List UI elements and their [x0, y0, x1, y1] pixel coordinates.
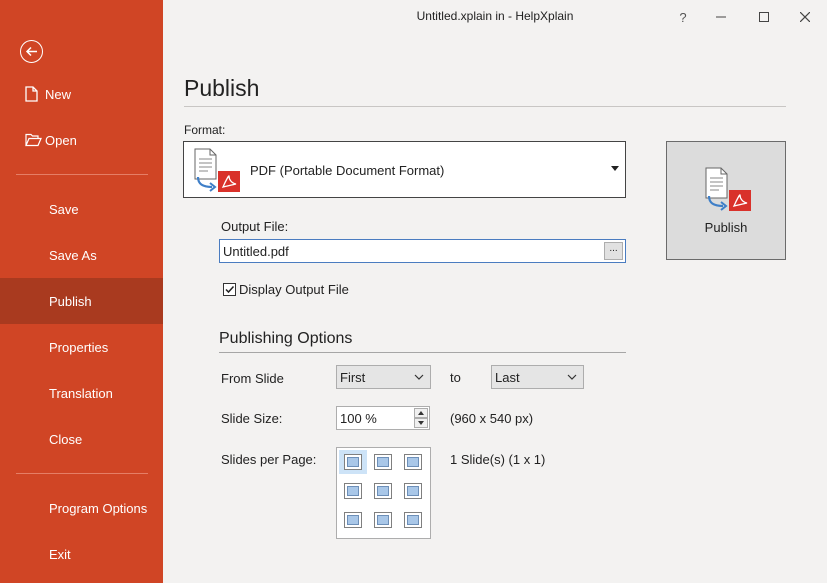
- sidebar-item-label: Properties: [49, 339, 109, 355]
- chevron-down-icon: [567, 374, 577, 380]
- output-file-input[interactable]: Untitled.pdf ...: [219, 239, 626, 263]
- layout-cell[interactable]: [399, 479, 427, 503]
- slide-size-label: Slide Size:: [221, 411, 283, 426]
- slide-thumbnail-icon: [374, 454, 392, 470]
- chevron-down-icon: [418, 421, 424, 425]
- layout-cell[interactable]: [399, 450, 427, 474]
- backstage-sidebar: New Open Save Save As Publish Properties…: [0, 0, 163, 583]
- sidebar-item-properties[interactable]: Properties: [0, 324, 163, 370]
- output-file-label: Output File:: [221, 219, 289, 234]
- slide-thumbnail-icon: [404, 483, 422, 499]
- format-value: PDF (Portable Document Format): [250, 163, 445, 178]
- close-icon: [800, 12, 810, 22]
- sidebar-item-open[interactable]: Open: [0, 117, 163, 163]
- help-button[interactable]: ?: [671, 6, 695, 28]
- close-button[interactable]: [793, 6, 817, 28]
- options-divider: [219, 352, 626, 353]
- format-dropdown[interactable]: PDF (Portable Document Format): [183, 141, 626, 198]
- sidebar-item-label: Save: [49, 201, 79, 217]
- chevron-down-icon: [414, 374, 424, 380]
- sidebar-item-label: Publish: [49, 293, 92, 309]
- sidebar-item-publish[interactable]: Publish: [0, 278, 163, 324]
- slide-thumbnail-icon: [344, 454, 362, 470]
- to-slide-select[interactable]: Last: [491, 365, 584, 389]
- sidebar-item-label: Close: [49, 431, 83, 447]
- new-document-icon: [25, 86, 38, 102]
- slide-thumbnail-icon: [404, 512, 422, 528]
- display-output-checkbox[interactable]: [223, 283, 236, 296]
- heading-divider: [184, 106, 786, 107]
- sidebar-item-save-as[interactable]: Save As: [0, 232, 163, 278]
- layout-cell[interactable]: [369, 450, 397, 474]
- slide-thumbnail-icon: [374, 512, 392, 528]
- dropdown-caret-icon: [611, 166, 619, 171]
- slide-thumbnail-icon: [344, 483, 362, 499]
- slide-thumbnail-icon: [374, 483, 392, 499]
- slide-size-dimensions: (960 x 540 px): [450, 411, 534, 426]
- sidebar-item-close[interactable]: Close: [0, 416, 163, 462]
- sidebar-item-label: Exit: [49, 546, 71, 562]
- slides-per-page-value: 1 Slide(s) (1 x 1): [450, 452, 546, 467]
- minimize-icon: [716, 16, 726, 18]
- minimize-button[interactable]: [709, 6, 733, 28]
- output-file-value: Untitled.pdf: [223, 244, 289, 259]
- sidebar-item-label: Program Options: [49, 500, 148, 516]
- from-slide-select[interactable]: First: [336, 365, 431, 389]
- page-title: Publish: [184, 75, 260, 101]
- from-slide-label: From Slide: [221, 371, 284, 386]
- layout-cell[interactable]: [339, 450, 367, 474]
- layout-cell[interactable]: [339, 508, 367, 532]
- help-icon: ?: [679, 9, 687, 25]
- stepper-up-button[interactable]: [414, 408, 428, 418]
- back-button[interactable]: [20, 40, 43, 63]
- format-label: Format:: [184, 123, 226, 137]
- checkmark-icon: [225, 285, 235, 294]
- back-arrow-icon: [25, 46, 37, 57]
- pdf-document-icon: [705, 167, 751, 211]
- maximize-button[interactable]: [752, 6, 776, 28]
- stepper-down-button[interactable]: [414, 418, 428, 428]
- layout-cell[interactable]: [369, 508, 397, 532]
- sidebar-item-label: Open: [45, 132, 77, 148]
- sidebar-item-save[interactable]: Save: [0, 186, 163, 232]
- slide-size-value: 100 %: [340, 411, 377, 426]
- slides-per-page-label: Slides per Page:: [221, 452, 317, 467]
- slide-thumbnail-icon: [344, 512, 362, 528]
- sidebar-item-label: Save As: [49, 247, 97, 263]
- browse-button[interactable]: ...: [604, 242, 623, 260]
- chevron-up-icon: [418, 411, 424, 415]
- layout-cell[interactable]: [369, 479, 397, 503]
- folder-open-icon: [25, 133, 42, 147]
- to-slide-value: Last: [495, 370, 520, 385]
- maximize-icon: [759, 12, 769, 22]
- slide-thumbnail-icon: [404, 454, 422, 470]
- publishing-options-heading: Publishing Options: [219, 330, 353, 347]
- sidebar-item-label: Translation: [49, 385, 113, 401]
- sidebar-item-program-options[interactable]: Program Options: [0, 485, 163, 531]
- title-bar: Untitled.xplain in - HelpXplain ?: [163, 0, 827, 34]
- sidebar-item-new[interactable]: New: [0, 71, 163, 117]
- to-label: to: [450, 370, 461, 385]
- sidebar-item-exit[interactable]: Exit: [0, 531, 163, 577]
- sidebar-item-translation[interactable]: Translation: [0, 370, 163, 416]
- sidebar-item-label: New: [45, 86, 72, 102]
- layout-cell[interactable]: [339, 479, 367, 503]
- layout-cell[interactable]: [399, 508, 427, 532]
- pdf-document-icon: [194, 148, 240, 192]
- display-output-label[interactable]: Display Output File: [239, 282, 349, 297]
- publish-button[interactable]: Publish: [666, 141, 786, 260]
- sidebar-divider: [16, 174, 148, 175]
- slide-size-stepper[interactable]: 100 %: [336, 406, 430, 430]
- from-slide-value: First: [340, 370, 366, 385]
- slides-per-page-grid: [336, 447, 431, 539]
- publish-button-label: Publish: [704, 220, 748, 235]
- sidebar-divider: [16, 473, 148, 474]
